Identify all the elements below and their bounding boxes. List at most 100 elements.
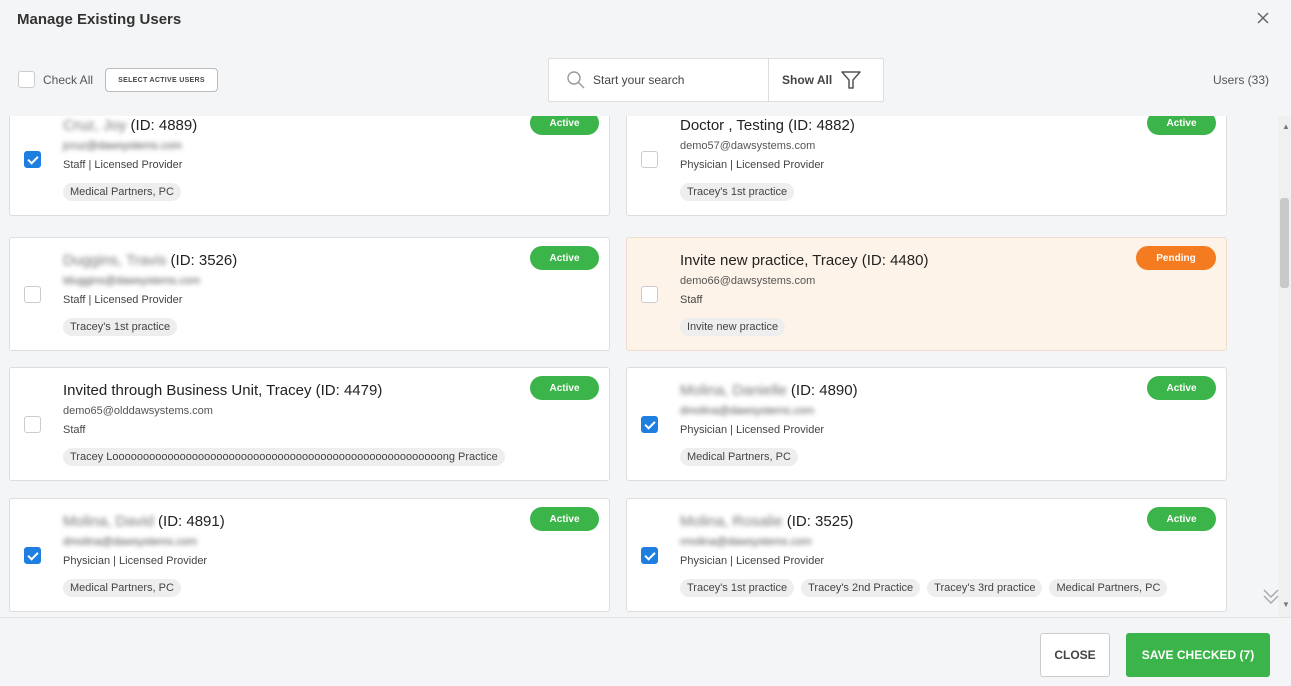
status-badge: Active [1147,507,1216,531]
dialog-footer: CLOSE SAVE CHECKED (7) [0,617,1291,686]
practice-tag: Medical Partners, PC [63,579,181,597]
user-checkbox[interactable] [641,151,658,168]
user-name-text: Invite new practice, Tracey [680,252,858,269]
user-name-text: Molina, Rosalie [680,513,783,530]
user-card[interactable]: Duggins, Travis (ID: 3526) tduggins@dawsy… [9,237,610,351]
practice-tag: Tracey's 1st practice [680,183,795,201]
user-role: Physician | Licensed Provider [680,424,825,436]
practice-tags: Tracey's 1st practice [680,183,795,201]
user-id: (ID: 4479) [311,382,383,399]
user-name: Molina, Danielle (ID: 4890) [680,382,858,399]
practice-tags: Medical Partners, PC [63,183,181,201]
user-role: Physician | Licensed Provider [680,159,825,171]
user-role: Staff [63,424,86,436]
user-email: dmolina@dawsystems.com [63,536,198,548]
user-checkbox[interactable] [24,416,41,433]
status-badge: Pending [1136,246,1216,270]
status-badge: Active [530,116,599,135]
user-checkbox[interactable] [641,416,658,433]
scrollbar[interactable]: ▲ ▼ [1278,116,1291,617]
select-active-users-button[interactable]: SELECT ACTIVE USERS [105,68,218,92]
user-card[interactable]: Molina, David (ID: 4891) dmolina@dawsyste… [9,498,610,612]
search-input[interactable] [593,73,763,87]
dialog-title: Manage Existing Users [17,11,182,28]
status-badge: Active [1147,116,1216,135]
user-name-text: Invited through Business Unit, Tracey [63,382,312,399]
check-all-label: Check All [43,73,94,87]
user-id: (ID: 4889) [126,117,198,134]
close-button[interactable]: CLOSE [1040,633,1110,677]
filter-label: Show All [782,73,833,87]
check-all-checkbox[interactable] [18,71,35,88]
save-checked-button[interactable]: SAVE CHECKED (7) [1126,633,1270,677]
scroll-down-icon[interactable]: ▼ [1282,600,1290,609]
user-checkbox[interactable] [641,547,658,564]
user-card[interactable]: Molina, Rosalie (ID: 3525) rmolina@dawsys… [626,498,1227,612]
user-name-text: Molina, Danielle [680,382,787,399]
practice-tags: Tracey Loooooooooooooooooooooooooooooooo… [63,448,505,466]
user-id: (ID: 3525) [782,513,854,530]
user-name-text: Cruz, Joy [63,117,127,134]
practice-tags: Tracey's 1st practice [63,318,178,336]
scroll-up-icon[interactable]: ▲ [1282,122,1290,131]
user-id: (ID: 3526) [166,252,238,269]
scroll-to-bottom-icon[interactable] [1262,582,1280,608]
practice-tag: Tracey's 1st practice [680,579,795,597]
status-badge: Active [530,246,599,270]
practice-tag: Medical Partners, PC [63,183,181,201]
user-name-text: Duggins, Travis [63,252,167,269]
user-name-text: Molina, David [63,513,154,530]
practice-tags: Medical Partners, PC [680,448,798,466]
user-checkbox[interactable] [641,286,658,303]
filter-icon [841,71,861,89]
user-email: demo57@dawsystems.com [680,140,816,152]
practice-tag: Invite new practice [680,318,786,336]
user-name: Invited through Business Unit, Tracey (I… [63,382,382,399]
user-role: Staff [680,294,703,306]
user-name-text: Doctor , Testing [680,117,784,134]
practice-tags: Invite new practice [680,318,786,336]
dialog-header: Manage Existing Users Check All SELECT A… [0,0,1291,116]
user-email: rmolina@dawsystems.com [680,536,812,548]
user-id: (ID: 4891) [153,513,225,530]
user-card[interactable]: Cruz, Joy (ID: 4889) jcruz@dawsystems.com… [9,116,610,216]
user-card[interactable]: Doctor , Testing (ID: 4882) demo57@dawsys… [626,116,1227,216]
close-icon[interactable] [1253,8,1273,28]
user-email: demo65@olddawsystems.com [63,405,213,417]
user-name: Doctor , Testing (ID: 4882) [680,117,855,134]
user-name: Duggins, Travis (ID: 3526) [63,252,237,269]
practice-tag: Medical Partners, PC [1049,579,1168,597]
user-card[interactable]: Molina, Danielle (ID: 4890) dmolina@dawsy… [626,367,1227,481]
user-role: Staff | Licensed Provider [63,159,183,171]
scroll-thumb[interactable] [1280,198,1289,288]
practice-tag: Tracey Loooooooooooooooooooooooooooooooo… [63,448,505,466]
practice-tag: Tracey's 1st practice [63,318,178,336]
filter-dropdown[interactable]: Show All [769,59,883,101]
search-icon [567,71,585,89]
user-id: (ID: 4480) [857,252,929,269]
search-bar: Show All [548,58,884,102]
user-card[interactable]: Invited through Business Unit, Tracey (I… [9,367,610,481]
status-badge: Active [530,507,599,531]
user-name: Molina, David (ID: 4891) [63,513,225,530]
user-name: Invite new practice, Tracey (ID: 4480) [680,252,928,269]
user-card[interactable]: Invite new practice, Tracey (ID: 4480) de… [626,237,1227,351]
user-id: (ID: 4890) [786,382,858,399]
user-email: jcruz@dawsystems.com [63,140,182,152]
practice-tag: Medical Partners, PC [680,448,798,466]
user-email: dmolina@dawsystems.com [680,405,815,417]
user-role: Physician | Licensed Provider [63,555,208,567]
users-count: Users (33) [1213,73,1270,87]
user-checkbox[interactable] [24,286,41,303]
user-role: Physician | Licensed Provider [680,555,825,567]
user-checkbox[interactable] [24,151,41,168]
search-field[interactable] [549,59,769,101]
user-checkbox[interactable] [24,547,41,564]
user-email: tduggins@dawsystems.com [63,275,201,287]
status-badge: Active [1147,376,1216,400]
practice-tag: Tracey's 2nd Practice [801,579,921,597]
user-name: Cruz, Joy (ID: 4889) [63,117,197,134]
practice-tag: Tracey's 3rd practice [927,579,1043,597]
user-name: Molina, Rosalie (ID: 3525) [680,513,853,530]
user-list: Cruz, Joy (ID: 4889) jcruz@dawsystems.com… [0,116,1291,617]
